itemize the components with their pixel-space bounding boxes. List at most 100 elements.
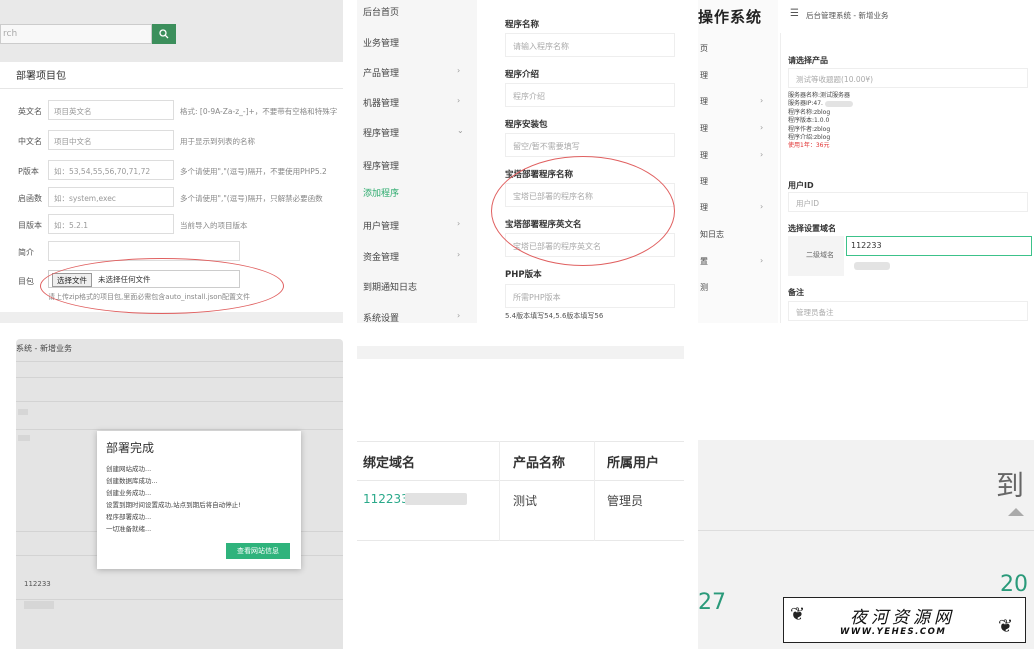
field-label: 启函数 bbox=[18, 194, 42, 203]
column-header-owner: 所属用户 bbox=[607, 456, 660, 471]
redacted-value bbox=[18, 409, 28, 415]
breadcrumb: 系统 - 新增业务 bbox=[16, 344, 72, 353]
sidebar-item-expiry-log[interactable]: 到期通知日志 bbox=[363, 280, 417, 293]
footer-strip bbox=[0, 312, 343, 323]
program-name-input[interactable]: 请输入程序名称 bbox=[505, 33, 675, 57]
sidebar-item-settings[interactable]: 系统设置 bbox=[363, 311, 399, 323]
field-label: 程序名称 bbox=[505, 20, 540, 30]
info-line: 服务器IP:47. bbox=[788, 100, 853, 108]
domain-input[interactable]: 112233 bbox=[846, 236, 1032, 256]
bt-program-english-name-input[interactable]: 宝塔已部署的程序英文名 bbox=[505, 233, 675, 257]
sidebar-item-funds[interactable]: 资金管理 bbox=[363, 250, 399, 263]
sidebar-item[interactable]: 理 bbox=[700, 96, 708, 107]
sidebar-subitem-add-program[interactable]: 添加程序 bbox=[363, 186, 399, 199]
sidebar-item[interactable]: 理 bbox=[700, 202, 708, 213]
chinese-name-input[interactable]: 项目中文名 bbox=[48, 130, 174, 150]
sidebar-item[interactable]: 页 bbox=[700, 43, 708, 54]
breadcrumb: 后台管理系统 - 新增业务 bbox=[806, 11, 889, 20]
sidebar-subitem-program-list[interactable]: 程序管理 bbox=[363, 159, 399, 172]
product-info: 服务器名称:测试服务器 服务器IP:47. 程序名称:zblog 程序版本:1.… bbox=[788, 92, 853, 151]
chevron-right-icon: › bbox=[457, 311, 461, 320]
field-hint: 多个请使用","(逗号)隔开，只解禁必要函数 bbox=[180, 194, 323, 203]
product-select[interactable]: 测试等收题题(10.00¥) bbox=[788, 68, 1028, 88]
sidebar-item[interactable]: 理 bbox=[700, 176, 708, 187]
chevron-right-icon: › bbox=[760, 256, 764, 265]
chevron-right-icon: › bbox=[760, 123, 764, 132]
search-input[interactable]: rch bbox=[0, 24, 152, 44]
sidebar-item[interactable]: 理 bbox=[700, 150, 708, 161]
view-site-button[interactable]: 查看网站信息 bbox=[226, 543, 290, 559]
redacted-value bbox=[18, 435, 30, 441]
column-header-domain: 绑定域名 bbox=[363, 456, 416, 471]
divider bbox=[16, 361, 343, 362]
bt-program-name-input[interactable]: 宝塔已部署的程序名称 bbox=[505, 183, 675, 207]
field-label: 中文名 bbox=[18, 137, 42, 146]
chevron-right-icon: › bbox=[760, 202, 764, 211]
dialog-title: 部署完成 bbox=[106, 441, 155, 455]
field-label: P版本 bbox=[18, 167, 39, 176]
owner-cell: 管理员 bbox=[607, 494, 644, 508]
divider bbox=[698, 530, 1034, 531]
dialog-line: 一切准备就绪... bbox=[106, 525, 152, 533]
divider bbox=[357, 540, 684, 541]
field-chinese-name: 中文名 项目中文名 用于显示到列表的名称 bbox=[0, 130, 343, 154]
sidebar-item-users[interactable]: 用户管理 bbox=[363, 219, 399, 232]
redacted-value bbox=[405, 493, 467, 505]
program-intro-input[interactable]: 程序介绍 bbox=[505, 83, 675, 107]
intro-input[interactable] bbox=[48, 241, 240, 261]
domain-table-panel: 绑定域名 产品名称 所属用户 112233. 测试 管理员 bbox=[357, 346, 684, 649]
hamburger-icon[interactable]: ☰ bbox=[790, 8, 799, 19]
column-divider bbox=[499, 441, 500, 541]
chevron-right-icon: › bbox=[457, 250, 461, 259]
field-hint: 多个请使用","(逗号)隔开，不要使用PHP5.2 bbox=[180, 167, 327, 176]
brand-title: 操作系统 bbox=[698, 8, 763, 26]
install-package-input[interactable]: 留空/暂不需要填写 bbox=[505, 133, 675, 157]
sidebar-item[interactable]: 置 bbox=[700, 256, 708, 267]
user-id-input[interactable]: 用户ID bbox=[788, 192, 1028, 212]
divider bbox=[0, 88, 343, 89]
divider bbox=[16, 377, 343, 378]
field-label: 目版本 bbox=[18, 221, 42, 230]
php-version-input[interactable]: 所需PHP版本 bbox=[505, 284, 675, 308]
price-line: 使用1年：36元 bbox=[788, 142, 830, 150]
functions-input[interactable]: 如：system,exec bbox=[48, 187, 174, 207]
chevron-down-icon: ⌄ bbox=[457, 126, 464, 135]
watermark-en: WWW.YEHES.COM bbox=[840, 627, 947, 637]
sidebar-item-machines[interactable]: 机器管理 bbox=[363, 96, 399, 109]
php-version-input[interactable]: 如：53,54,55,56,70,71,72 bbox=[48, 160, 174, 180]
sidebar-item[interactable]: 理 bbox=[700, 70, 708, 81]
watermark-logo: ❦ ❦ 夜河资源网 WWW.YEHES.COM bbox=[783, 597, 1026, 643]
search-icon bbox=[159, 29, 169, 39]
english-name-input[interactable]: 项目英文名 bbox=[48, 100, 174, 120]
search-button[interactable] bbox=[152, 24, 176, 44]
divider bbox=[357, 441, 684, 442]
dialog-line: 创建业务成功... bbox=[106, 489, 152, 497]
sidebar-item-business[interactable]: 业务管理 bbox=[363, 36, 399, 49]
dialog-line: 设置到期时间设置成功,站点到期后将自动停止! bbox=[106, 501, 241, 509]
project-version-input[interactable]: 如：5.2.1 bbox=[48, 214, 174, 234]
sidebar-item-programs[interactable]: 程序管理 bbox=[363, 126, 399, 139]
note-input[interactable]: 管理员备注 bbox=[788, 301, 1028, 321]
sidebar-item[interactable]: 知日志 bbox=[700, 229, 724, 240]
divider bbox=[16, 401, 343, 402]
sidebar-item-products[interactable]: 产品管理 bbox=[363, 66, 399, 79]
sidebar: 后台首页 业务管理 产品管理 › 机器管理 › 程序管理 ⌄ 程序管理 添加程序… bbox=[357, 0, 477, 323]
divider bbox=[16, 599, 343, 600]
redacted-value bbox=[24, 601, 54, 609]
deploy-complete-panel: 系统 - 新增业务 部署完成 创建网站成功... 创建数据库成功... 创建业务… bbox=[16, 339, 343, 649]
field-english-name: 英文名 项目英文名 格式: [0-9A-Za-z_-]+，不要带有空格和特殊字 bbox=[0, 100, 343, 124]
ornament-icon: ❦ bbox=[998, 616, 1014, 637]
sidebar-item[interactable]: 测 bbox=[700, 282, 708, 293]
choose-file-button[interactable]: 选择文件 bbox=[52, 273, 92, 287]
product-cell: 测试 bbox=[513, 494, 538, 508]
field-label: 程序介绍 bbox=[505, 70, 540, 80]
column-divider bbox=[594, 441, 595, 541]
caret-up-icon bbox=[1008, 508, 1024, 516]
field-functions: 启函数 如：system,exec 多个请使用","(逗号)隔开，只解禁必要函数 bbox=[0, 187, 343, 211]
dialog-line: 创建网站成功... bbox=[106, 465, 152, 473]
sidebar-item[interactable]: 理 bbox=[700, 123, 708, 134]
field-label: 英文名 bbox=[18, 107, 42, 116]
field-php-version: P版本 如：53,54,55,56,70,71,72 多个请使用","(逗号)隔… bbox=[0, 160, 343, 184]
row-value: 112233 bbox=[24, 580, 51, 588]
sidebar-item-home[interactable]: 后台首页 bbox=[363, 5, 399, 18]
